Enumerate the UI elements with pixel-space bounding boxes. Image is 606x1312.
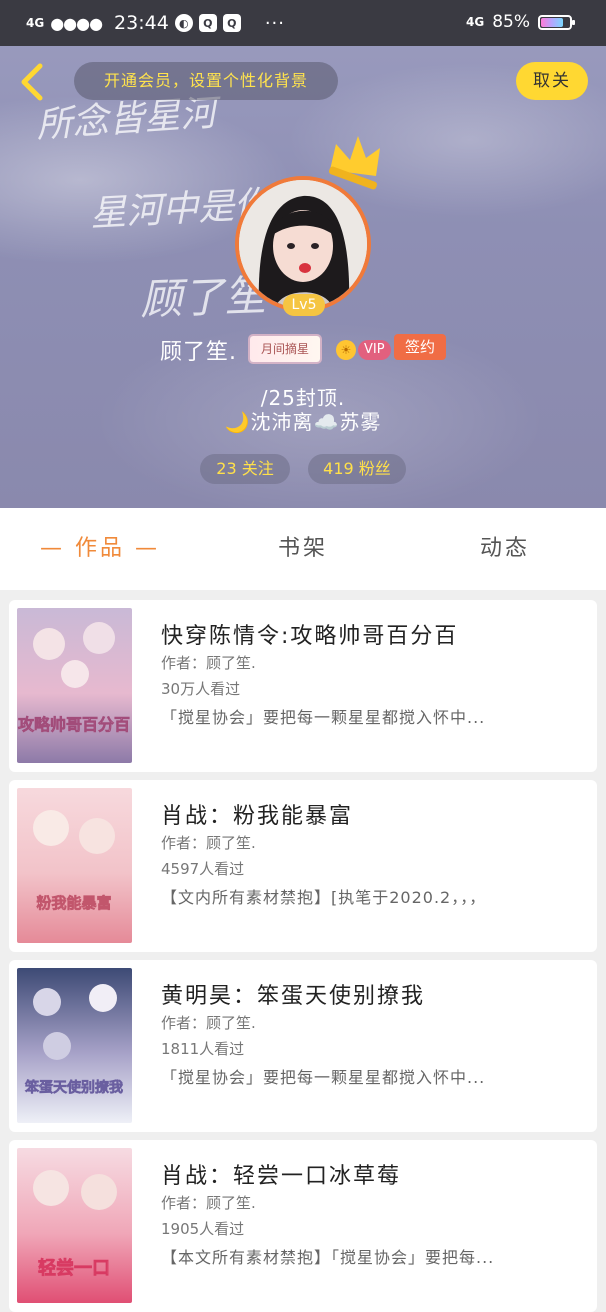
signed-author-badge: 签约 xyxy=(394,334,446,360)
cover-title: 粉我能暴富 xyxy=(36,894,111,912)
book-views: 30万人看过 xyxy=(161,680,241,698)
user-title-tag: 月间摘星 xyxy=(250,336,320,362)
battery-fill xyxy=(541,17,564,27)
book-card[interactable]: 轻尝一口 肖战：轻尝一口冰草莓 作者：顾了笙. 1905人看过 【本文所有素材禁… xyxy=(9,1140,597,1312)
more-notifications-icon: ··· xyxy=(264,12,285,34)
qq-notification-icon-2: Q xyxy=(222,14,241,32)
book-title[interactable]: 肖战：粉我能暴富 xyxy=(161,798,353,830)
username: 顾了笙. xyxy=(160,340,237,365)
book-card[interactable]: 攻略帅哥百分百 快穿陈情令:攻略帅哥百分百 作者：顾了笙. 30万人看过 「搅星… xyxy=(9,600,597,772)
app-notification-icon: ◐ xyxy=(174,14,193,32)
book-description: 【本文所有素材禁抱】「搅星协会」要把每... xyxy=(161,1248,495,1267)
avatar[interactable] xyxy=(235,176,371,312)
book-title[interactable]: 快穿陈情令:攻略帅哥百分百 xyxy=(161,618,458,650)
book-author: 作者：顾了笙. xyxy=(161,834,256,852)
avatar-portrait xyxy=(239,180,367,308)
cover-title: 轻尝一口 xyxy=(38,1257,110,1279)
book-title[interactable]: 肖战：轻尝一口冰草莓 xyxy=(161,1158,401,1190)
book-card[interactable]: 粉我能暴富 肖战：粉我能暴富 作者：顾了笙. 4597人看过 【文内所有素材禁抱… xyxy=(9,780,597,952)
book-cover[interactable]: 攻略帅哥百分百 xyxy=(17,608,132,763)
book-description: 「搅星协会」要把每一颗星星都搅入怀中... xyxy=(161,708,486,727)
qq-notification-icon: Q xyxy=(198,14,217,32)
network-indicator: 4G xyxy=(26,16,45,30)
book-description: 「搅星协会」要把每一颗星星都搅入怀中... xyxy=(161,1068,486,1087)
battery-icon xyxy=(538,14,575,30)
vip-sun-icon: ☀ xyxy=(336,340,356,360)
cover-title: 攻略帅哥百分百 xyxy=(18,715,130,734)
back-arrow-icon[interactable] xyxy=(18,62,48,102)
book-cover[interactable]: 粉我能暴富 xyxy=(17,788,132,943)
cover-title: 笨蛋天使别撩我 xyxy=(25,1079,123,1096)
following-count[interactable]: 23 关注 xyxy=(200,454,290,484)
profile-header: 所念皆星河 星河中是你 顾了笙 4G ●●●● 23:44 ◐ Q Q ··· … xyxy=(0,0,606,508)
book-author: 作者：顾了笙. xyxy=(161,1014,256,1032)
battery-percent: 85% xyxy=(492,12,530,32)
status-bar: 4G ●●●● 23:44 ◐ Q Q ··· 4G 85% xyxy=(0,0,606,46)
book-views: 1811人看过 xyxy=(161,1040,245,1058)
level-badge: Lv5 xyxy=(283,294,325,316)
unfollow-button[interactable]: 取关 xyxy=(516,62,588,100)
tab-works[interactable]: — 作品 — xyxy=(40,508,160,590)
book-card[interactable]: 笨蛋天使别撩我 黄明昊：笨蛋天使别撩我 作者：顾了笙. 1811人看过 「搅星协… xyxy=(9,960,597,1132)
book-title[interactable]: 黄明昊：笨蛋天使别撩我 xyxy=(161,978,425,1010)
book-cover[interactable]: 笨蛋天使别撩我 xyxy=(17,968,132,1123)
vip-background-promo[interactable]: 开通会员，设置个性化背景 xyxy=(74,62,338,100)
tab-bookshelf[interactable]: 书架 xyxy=(278,508,328,590)
book-author: 作者：顾了笙. xyxy=(161,1194,256,1212)
cellular-icon: 4G xyxy=(466,15,485,29)
fans-count[interactable]: 419 粉丝 xyxy=(308,454,406,484)
vip-badge: ☀ VIP xyxy=(336,338,391,362)
bio-line-2: 🌙沈沛离☁️苏雾 xyxy=(224,410,382,434)
book-views: 4597人看过 xyxy=(161,860,245,878)
clock: 23:44 xyxy=(114,12,169,34)
book-description: 【文内所有素材禁抱】[执笔于2020.2，，， xyxy=(161,888,487,907)
signal-icon: ●●●● xyxy=(50,13,103,33)
book-views: 1905人看过 xyxy=(161,1220,245,1238)
tab-activity[interactable]: 动态 xyxy=(480,508,530,590)
profile-tabs: — 作品 — 书架 动态 xyxy=(0,508,606,590)
vip-label: VIP xyxy=(358,340,391,360)
book-author: 作者：顾了笙. xyxy=(161,654,256,672)
